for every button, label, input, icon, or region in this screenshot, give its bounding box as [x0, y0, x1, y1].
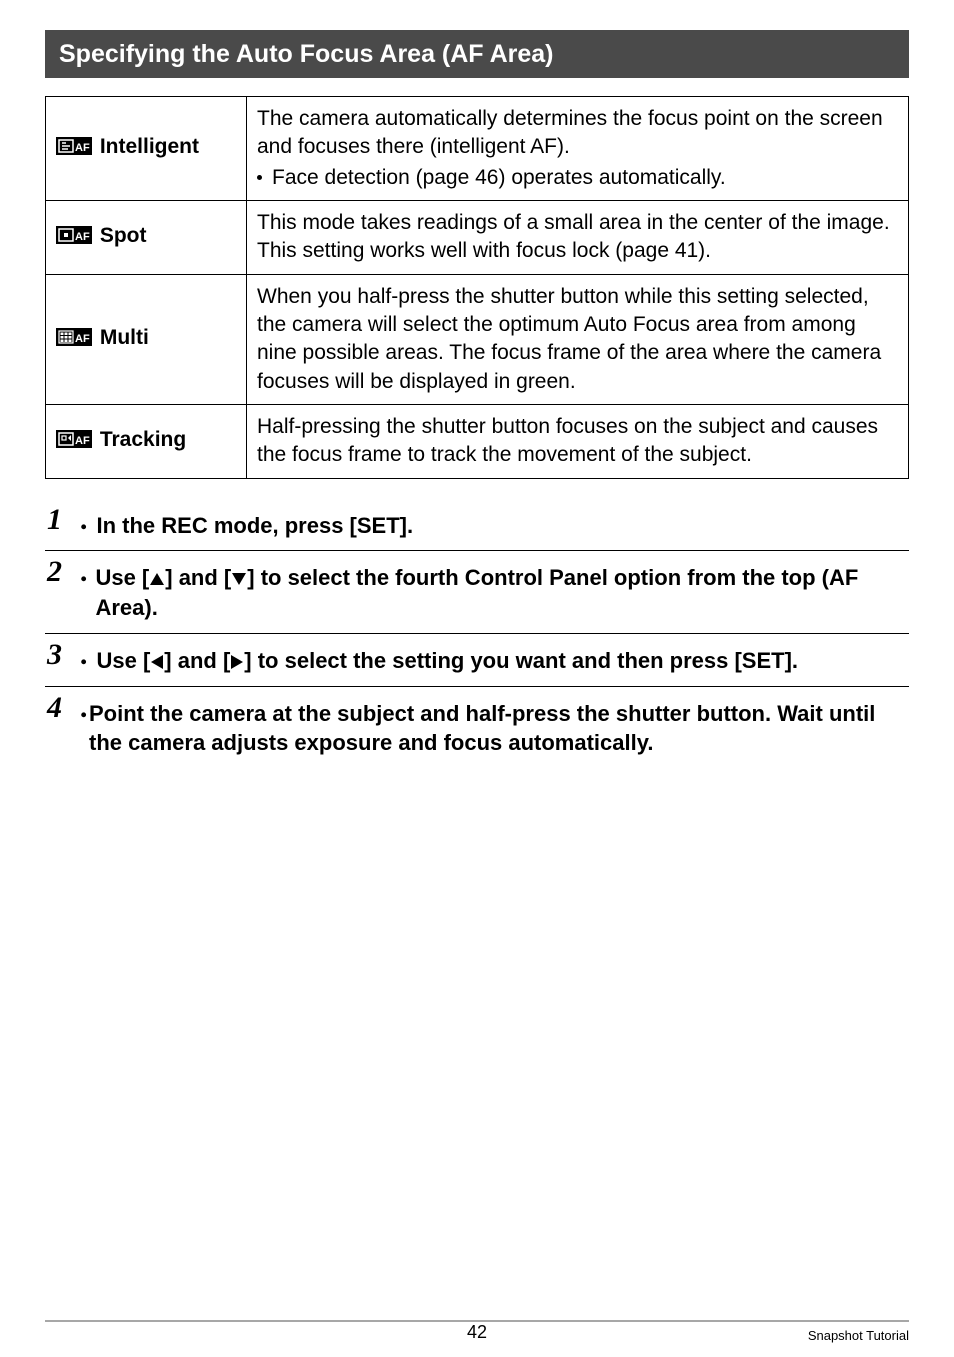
step-1-num: 1. [45, 505, 97, 535]
row-spot-label-text: Spot [94, 224, 147, 247]
step-4-num: 4. [45, 693, 89, 723]
divider [45, 550, 909, 551]
spot-af-icon: AF [56, 224, 92, 252]
row-intelligent-desc-line: The camera automatically determines the … [257, 105, 898, 162]
down-arrow-icon [231, 572, 247, 586]
row-multi-label: AF Multi [46, 274, 247, 404]
svg-text:AF: AF [75, 231, 90, 243]
row-intelligent-desc: The camera automatically determines the … [247, 97, 909, 201]
step-2-text: Use [] and [] to select the fourth Contr… [95, 557, 909, 622]
bullet-icon [257, 175, 262, 180]
step-2: 2. Use [] and [] to select the fourth Co… [45, 557, 909, 622]
multi-af-icon: AF [56, 326, 92, 354]
row-tracking-desc-line: Half-pressing the shutter button focuses… [257, 415, 878, 466]
row-multi-desc: When you half-press the shutter button w… [247, 274, 909, 404]
table-row: AF Tracking Half-pressing the shutter bu… [46, 405, 909, 479]
row-spot-desc: This mode takes readings of a small area… [247, 201, 909, 275]
divider [45, 633, 909, 634]
page-number: 42 [45, 1322, 909, 1343]
intelligent-af-icon: AF [56, 135, 92, 163]
row-intelligent-label-text: Intelligent [94, 135, 199, 158]
right-arrow-icon [230, 654, 244, 670]
row-tracking-desc: Half-pressing the shutter button focuses… [247, 405, 909, 479]
table-row: AF Multi When you half-press the shutter… [46, 274, 909, 404]
step-3: 3. Use [] and [] to select the setting y… [45, 640, 909, 676]
left-arrow-icon [150, 654, 164, 670]
table-row: AF Spot This mode takes readings of a sm… [46, 201, 909, 275]
svg-text:AF: AF [75, 142, 90, 154]
row-multi-label-text: Multi [94, 326, 149, 349]
row-intelligent-bullet: Face detection (page 46) operates automa… [257, 164, 898, 192]
divider [45, 686, 909, 687]
row-intelligent-label: AF Intelligent [46, 97, 247, 201]
step-4-text: Point the camera at the subject and half… [89, 693, 909, 758]
step-1-text: In the REC mode, press [SET]. [97, 505, 414, 541]
row-intelligent-bullet-text: Face detection (page 46) operates automa… [272, 164, 726, 192]
row-spot-desc-line: This mode takes readings of a small area… [257, 211, 890, 262]
step-3-num: 3. [45, 640, 97, 670]
step-4: 4. Point the camera at the subject and h… [45, 693, 909, 758]
row-tracking-label-text: Tracking [94, 428, 186, 451]
table-row: AF Intelligent The camera automatically … [46, 97, 909, 201]
row-tracking-label: AF Tracking [46, 405, 247, 479]
row-spot-label: AF Spot [46, 201, 247, 275]
section-heading: Specifying the Auto Focus Area (AF Area) [45, 30, 909, 78]
af-area-table: AF Intelligent The camera automatically … [45, 96, 909, 479]
row-multi-desc-line: When you half-press the shutter button w… [257, 285, 881, 393]
step-2-num: 2. [45, 557, 95, 587]
step-3-text: Use [] and [] to select the setting you … [97, 640, 799, 676]
page-footer: 42 Snapshot Tutorial [45, 1320, 909, 1343]
page-root: Specifying the Auto Focus Area (AF Area)… [0, 0, 954, 1357]
svg-text:AF: AF [75, 435, 90, 447]
up-arrow-icon [149, 572, 165, 586]
step-1: 1. In the REC mode, press [SET]. [45, 505, 909, 541]
svg-text:AF: AF [75, 333, 90, 345]
tracking-af-icon: AF [56, 428, 92, 456]
